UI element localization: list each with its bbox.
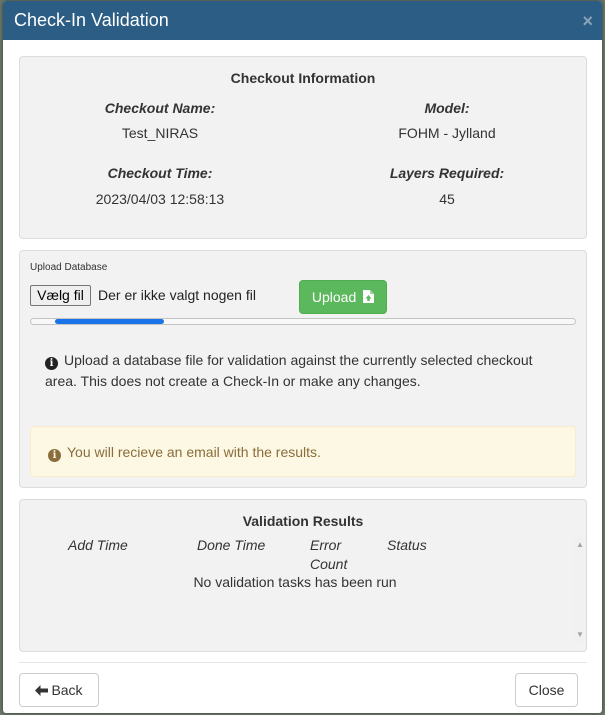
dialog-header: Check-In Validation × xyxy=(3,1,602,40)
no-tasks-message: No validation tasks has been run xyxy=(193,574,397,590)
choose-file-button[interactable]: Vælg fil xyxy=(30,285,91,306)
checkout-time-value: 2023/04/03 12:58:13 xyxy=(95,191,225,207)
layers-required-value: 45 xyxy=(439,191,455,207)
checkout-information-heading: Checkout Information xyxy=(230,70,376,86)
validation-results-heading: Validation Results xyxy=(242,513,364,529)
column-count-label: Count xyxy=(310,556,348,572)
footer-divider xyxy=(19,662,587,663)
column-error-count: Error Count xyxy=(310,537,347,575)
model-label: Model: xyxy=(424,100,470,116)
layers-required-label: Layers Required: xyxy=(389,165,505,181)
arrow-left-icon xyxy=(35,685,49,696)
check-in-validation-dialog: Check-In Validation × Checkout Informati… xyxy=(3,1,602,713)
column-error-label: Error xyxy=(310,537,342,553)
upload-database-label: Upload Database xyxy=(30,262,108,273)
upload-info: i Upload a database file for validation a… xyxy=(45,350,565,392)
email-notice-text: You will recieve an email with the resul… xyxy=(67,444,321,460)
validation-results-panel: Validation Results Add Time Done Time Er… xyxy=(19,499,587,652)
email-notice: i You will recieve an email with the resu… xyxy=(30,426,576,477)
info-icon: i xyxy=(45,357,58,370)
info-icon: i xyxy=(48,449,61,462)
checkout-time-label: Checkout Time: xyxy=(107,165,213,181)
upload-progress-bar xyxy=(30,318,576,325)
model-value: FOHM - Jylland xyxy=(398,125,496,141)
checkout-name-label: Checkout Name: xyxy=(104,100,216,116)
upload-info-text: Upload a database file for validation ag… xyxy=(45,352,533,389)
close-button[interactable]: Close xyxy=(515,673,578,707)
dialog-title: Check-In Validation xyxy=(14,10,169,30)
upload-button-label: Upload xyxy=(311,289,357,305)
scroll-down-icon[interactable]: ▼ xyxy=(576,630,584,639)
back-button-label: Back xyxy=(51,682,83,698)
checkout-information-panel: Checkout Information Checkout Name: Test… xyxy=(19,56,587,239)
upload-button[interactable]: Upload xyxy=(299,280,387,314)
back-button[interactable]: Back xyxy=(19,673,99,707)
no-file-chosen-text: Der er ikke valgt nogen fil xyxy=(98,287,256,303)
column-add-time: Add Time xyxy=(68,537,128,553)
close-icon[interactable]: × xyxy=(582,11,593,32)
scroll-up-icon[interactable]: ▲ xyxy=(576,540,584,549)
file-upload-icon xyxy=(363,290,375,303)
column-status: Status xyxy=(387,537,427,553)
upload-progress-fill xyxy=(55,319,164,324)
results-scrollbar[interactable]: ▲ ▼ xyxy=(573,536,586,643)
upload-database-panel: Upload Database Vælg fil Der er ikke val… xyxy=(19,250,587,488)
checkout-name-value: Test_NIRAS xyxy=(121,125,199,141)
column-done-time: Done Time xyxy=(197,537,266,553)
